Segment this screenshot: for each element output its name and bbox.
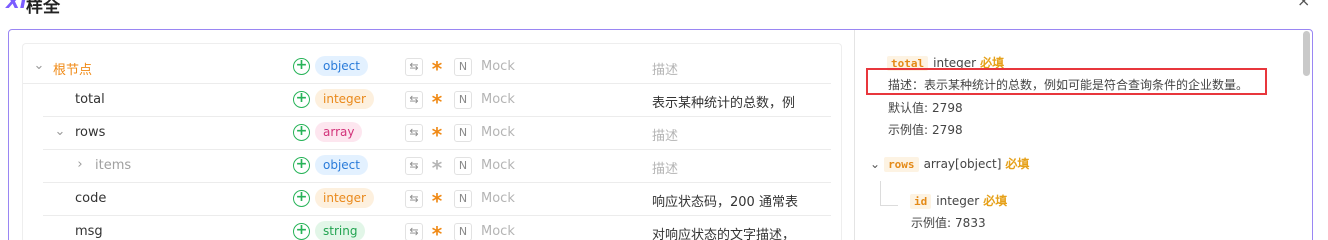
detail-example: 示例值: 2798 (888, 121, 963, 138)
default-value: 2798 (932, 101, 963, 115)
example-label: 示例值: (888, 123, 929, 137)
field-name: code (75, 191, 107, 206)
add-child-icon[interactable]: + (293, 223, 310, 240)
swap-icon[interactable]: ⇆ (405, 58, 423, 76)
required-toggle-icon[interactable]: * (427, 189, 447, 213)
tree-row-total[interactable]: total + integer ⇆ * N Mock 表示某种统计的总数，例 (23, 84, 831, 117)
required-label: 必填 (983, 194, 1008, 208)
required-toggle-icon[interactable]: * (427, 57, 447, 81)
nullable-toggle[interactable]: N (454, 223, 472, 240)
highlight-box (866, 68, 1267, 95)
app-logo: XI (6, 0, 27, 13)
example-value: 2798 (932, 123, 963, 137)
tree-row-root[interactable]: ⌄ 根节点 + object ⇆ * N Mock 描述 (23, 51, 831, 84)
description-input[interactable]: 描述 (652, 59, 678, 78)
tree-row-code[interactable]: code + integer ⇆ * N Mock 响应状态码，200 通常表 (23, 183, 831, 216)
detail-id-header: id integer 必填 (910, 190, 1008, 209)
mock-input[interactable]: Mock (481, 125, 515, 140)
field-name: items (95, 158, 132, 173)
detail-default: 默认值: 2798 (888, 99, 963, 116)
field-name: rows (75, 125, 106, 140)
nullable-toggle[interactable]: N (454, 190, 472, 208)
description-input[interactable]: 描述 (652, 158, 678, 177)
add-child-icon[interactable]: + (293, 124, 310, 141)
swap-icon[interactable]: ⇆ (405, 124, 423, 142)
required-toggle-icon[interactable]: * (427, 123, 447, 147)
example-value: 7833 (955, 216, 986, 230)
nullable-toggle[interactable]: N (454, 124, 472, 142)
swap-icon[interactable]: ⇆ (405, 223, 423, 240)
tree-guide-line (880, 205, 898, 206)
required-toggle-icon[interactable]: * (427, 156, 447, 180)
field-name: total (75, 92, 105, 107)
required-label: 必填 (1005, 157, 1030, 171)
add-child-icon[interactable]: + (293, 157, 310, 174)
description-input[interactable]: 对响应状态的文字描述， (652, 224, 795, 240)
detail-field-type: array[object] (923, 157, 1002, 171)
swap-icon[interactable]: ⇆ (405, 91, 423, 109)
add-child-icon[interactable]: + (293, 190, 310, 207)
description-input[interactable]: 描述 (652, 125, 678, 144)
chevron-down-icon[interactable]: ⌄ (33, 58, 45, 73)
chevron-down-icon[interactable]: ⌄ (870, 157, 880, 171)
mock-input[interactable]: Mock (481, 92, 515, 107)
type-badge[interactable]: integer (315, 89, 374, 109)
tree-guide-line (880, 181, 881, 205)
description-input[interactable]: 响应状态码，200 通常表 (652, 191, 798, 210)
type-badge[interactable]: array (315, 122, 363, 142)
nullable-toggle[interactable]: N (454, 58, 472, 76)
example-label: 示例值: (911, 216, 952, 230)
swap-icon[interactable]: ⇆ (405, 157, 423, 175)
detail-field-type: integer (936, 194, 980, 208)
field-name: msg (75, 224, 103, 239)
close-icon[interactable]: × (1297, 0, 1310, 10)
nullable-toggle[interactable]: N (454, 91, 472, 109)
field-name: 根节点 (53, 63, 93, 78)
detail-field-name: id (910, 194, 932, 209)
default-label: 默认值: (888, 101, 929, 115)
nullable-toggle[interactable]: N (454, 157, 472, 175)
panel-divider (854, 30, 855, 240)
chevron-right-icon[interactable]: › (74, 157, 86, 172)
detail-rows-header[interactable]: ⌄ rows array[object] 必填 (870, 153, 1030, 172)
type-badge[interactable]: string (315, 221, 366, 240)
mock-input[interactable]: Mock (481, 191, 515, 206)
type-badge[interactable]: integer (315, 188, 374, 208)
type-badge[interactable]: object (315, 155, 368, 175)
add-child-icon[interactable]: + (293, 58, 310, 75)
tree-row-rows[interactable]: ⌄ rows + array ⇆ * N Mock 描述 (23, 117, 831, 150)
title-bar: XI 样全 × (0, 0, 1328, 17)
required-toggle-icon[interactable]: * (427, 90, 447, 114)
mock-input[interactable]: Mock (481, 158, 515, 173)
description-input[interactable]: 表示某种统计的总数，例 (652, 92, 795, 111)
mock-input[interactable]: Mock (481, 224, 515, 239)
mock-input[interactable]: Mock (481, 59, 515, 74)
tree-row-items[interactable]: › items + object ⇆ * N Mock 描述 (23, 150, 831, 183)
swap-icon[interactable]: ⇆ (405, 190, 423, 208)
chevron-down-icon[interactable]: ⌄ (54, 124, 66, 139)
tree-row-msg[interactable]: msg + string ⇆ * N Mock 对响应状态的文字描述， (23, 216, 831, 240)
dialog-title: 样全 (26, 0, 60, 17)
scrollbar-thumb[interactable] (1303, 31, 1310, 76)
detail-field-name: rows (884, 157, 919, 172)
detail-id-example: 示例值: 7833 (911, 214, 986, 231)
required-toggle-icon[interactable]: * (427, 222, 447, 240)
type-badge[interactable]: object (315, 56, 368, 76)
add-child-icon[interactable]: + (293, 91, 310, 108)
